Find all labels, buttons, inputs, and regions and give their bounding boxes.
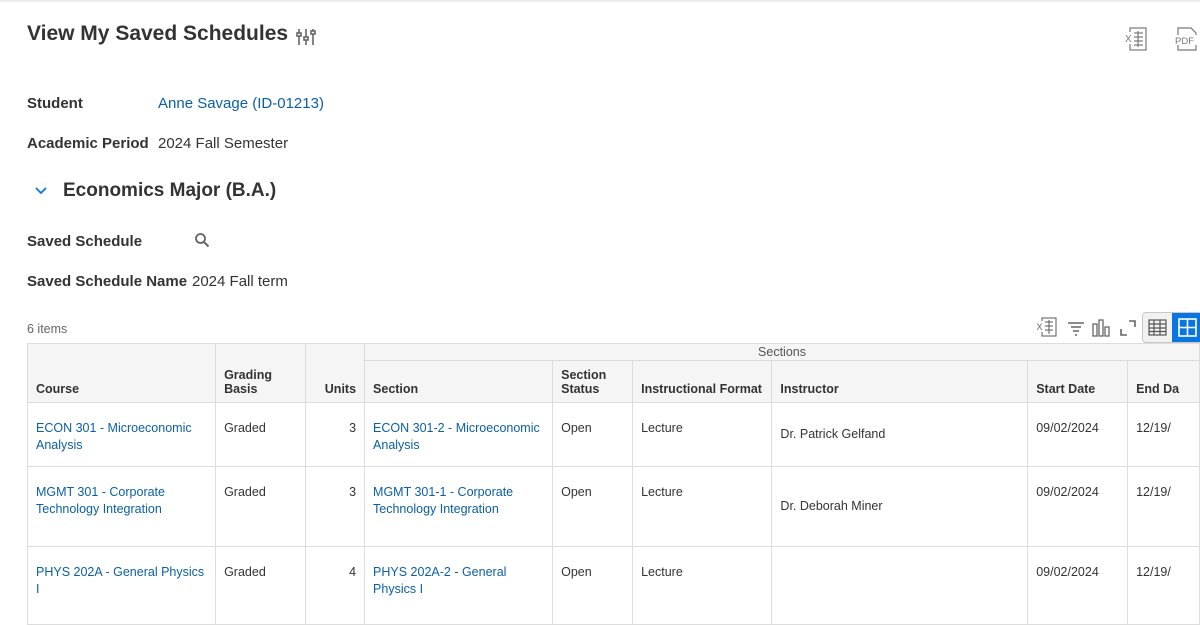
academic-period-value: 2024 Fall Semester <box>158 135 289 152</box>
program-title: Economics Major (B.A.) <box>63 180 277 201</box>
instructional-format-cell: Lecture <box>632 466 773 547</box>
saved-schedule-name-value: 2024 Fall term <box>192 273 288 290</box>
chevron-down-icon[interactable] <box>33 183 49 199</box>
col-header-course[interactable]: Course <box>26 343 217 403</box>
configure-icon[interactable] <box>294 25 318 49</box>
instructor-cell <box>771 546 1029 625</box>
section-link[interactable]: MGMT 301-1 - Corporate Technology Integr… <box>364 466 554 547</box>
fullscreen-icon[interactable] <box>1118 316 1138 338</box>
item-count: 6 items <box>27 322 68 336</box>
end-date-cell: 12/19/ <box>1127 402 1200 467</box>
grading-basis-cell: Graded <box>215 546 306 625</box>
saved-schedule-label: Saved Schedule <box>27 233 143 250</box>
svg-text:X: X <box>1125 34 1132 45</box>
student-label: Student <box>27 95 83 112</box>
end-date-cell: 12/19/ <box>1127 546 1200 625</box>
units-cell: 4 <box>304 546 366 625</box>
chart-icon[interactable] <box>1090 316 1112 338</box>
table-row: PHYS 202A - General Physics I Graded 4 P… <box>26 546 1200 625</box>
col-header-section-status[interactable]: Section Status <box>552 360 634 403</box>
start-date-cell: 09/02/2024 <box>1027 546 1129 625</box>
grid-view-icon[interactable] <box>1172 313 1200 342</box>
svg-text:X: X <box>1037 322 1043 332</box>
course-link[interactable]: MGMT 301 - Corporate Technology Integrat… <box>26 466 217 547</box>
end-date-cell: 12/19/ <box>1127 466 1200 547</box>
excel-export-icon[interactable]: X <box>1124 26 1148 52</box>
pdf-label: PDF <box>1175 36 1194 47</box>
section-status-cell: Open <box>552 466 634 547</box>
course-link[interactable]: ECON 301 - Microeconomic Analysis <box>26 402 217 467</box>
grading-basis-cell: Graded <box>215 402 306 467</box>
table-row: ECON 301 - Microeconomic Analysis Graded… <box>26 402 1200 467</box>
col-header-units[interactable]: Units <box>304 343 366 403</box>
units-cell: 3 <box>304 402 366 467</box>
course-link[interactable]: PHYS 202A - General Physics I <box>26 546 217 625</box>
instructor-cell: Dr. Deborah Miner <box>771 466 1029 547</box>
col-header-section[interactable]: Section <box>364 360 554 403</box>
start-date-cell: 09/02/2024 <box>1027 466 1129 547</box>
instructor-cell: Dr. Patrick Gelfand <box>771 402 1029 467</box>
top-shadow <box>0 0 1200 3</box>
col-group-sections: Sections <box>364 342 1200 362</box>
academic-period-label: Academic Period <box>27 135 149 152</box>
section-link[interactable]: ECON 301-2 - Microeconomic Analysis <box>364 402 554 467</box>
saved-schedule-name-label: Saved Schedule Name <box>27 273 188 290</box>
col-header-grading-basis[interactable]: Grading Basis <box>215 343 306 403</box>
saved-schedule-grid: Course Grading Basis Units Sections Sect… <box>26 342 1200 625</box>
filter-icon[interactable] <box>1066 316 1086 338</box>
section-status-cell: Open <box>552 546 634 625</box>
grid-excel-export-icon[interactable]: X <box>1036 316 1058 338</box>
pdf-export-icon[interactable]: PDF <box>1174 26 1198 52</box>
section-status-cell: Open <box>552 402 634 467</box>
col-header-start-date[interactable]: Start Date <box>1027 360 1129 403</box>
grading-basis-cell: Graded <box>215 466 306 547</box>
units-cell: 3 <box>304 466 366 547</box>
section-link[interactable]: PHYS 202A-2 - General Physics I <box>364 546 554 625</box>
page-title: View My Saved Schedules <box>27 22 289 45</box>
col-header-end-date[interactable]: End Da <box>1127 360 1200 403</box>
table-view-icon[interactable] <box>1143 313 1172 342</box>
start-date-cell: 09/02/2024 <box>1027 402 1129 467</box>
col-header-instructor[interactable]: Instructor <box>771 360 1029 403</box>
instructional-format-cell: Lecture <box>632 546 773 625</box>
table-row: MGMT 301 - Corporate Technology Integrat… <box>26 466 1200 547</box>
instructional-format-cell: Lecture <box>632 402 773 467</box>
col-header-instructional-format[interactable]: Instructional Format <box>632 360 773 403</box>
student-link[interactable]: Anne Savage (ID-01213) <box>158 95 324 112</box>
view-toggle <box>1142 312 1200 343</box>
search-icon[interactable] <box>194 232 210 248</box>
